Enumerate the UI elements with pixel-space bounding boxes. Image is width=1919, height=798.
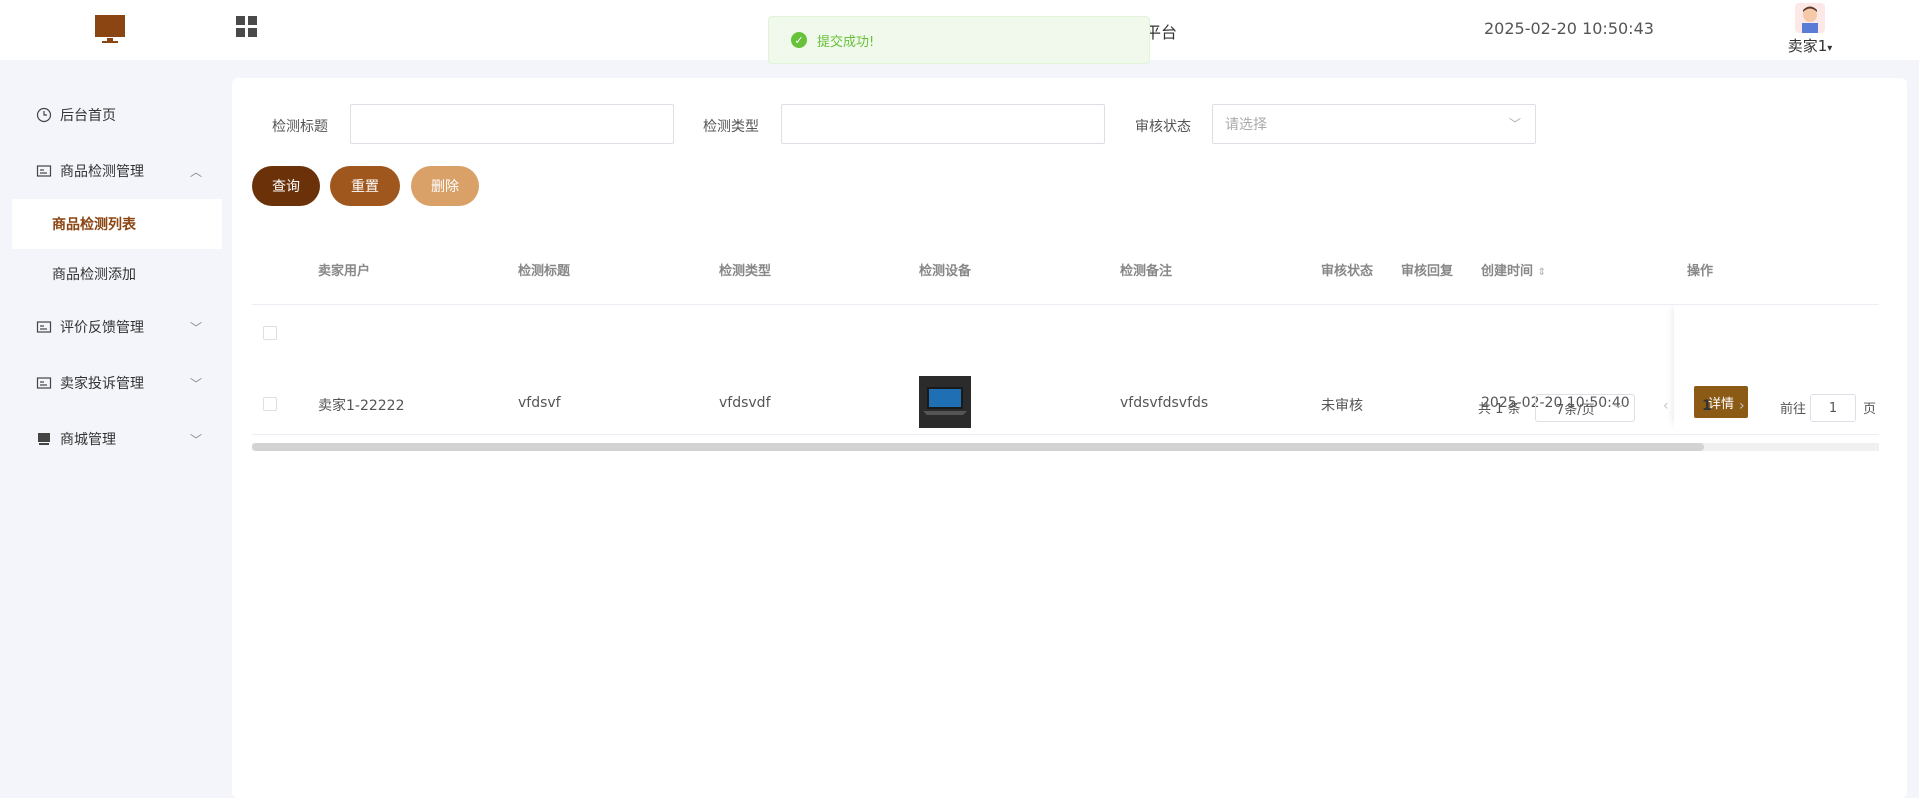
filter-title-label: 检测标题: [272, 119, 328, 135]
column-header: 审核回复: [1401, 264, 1454, 279]
toast-message: 提交成功!: [817, 34, 875, 50]
header-divider: [252, 304, 1879, 305]
goto-page-input[interactable]: 1: [1810, 394, 1856, 422]
user-menu[interactable]: 卖家1▾: [1775, 3, 1845, 58]
avatar: [1795, 3, 1825, 33]
chevron-down-icon: ﹀: [189, 320, 202, 335]
main-panel: 检测标题 检测类型 审核状态 请选择 ﹀ 查询 重置 删除 卖家用户 检测标题 …: [232, 78, 1907, 798]
column-header: 检测设备: [919, 264, 972, 279]
device-thumbnail[interactable]: [919, 376, 971, 428]
column-header-label: 创建时间: [1481, 264, 1534, 279]
filter-title-input[interactable]: [350, 104, 674, 144]
grid-menu-icon[interactable]: [235, 15, 259, 39]
sidebar-item-complaints[interactable]: 卖家投诉管理 ﹀: [0, 359, 222, 407]
chevron-down-icon: ﹀: [189, 376, 202, 391]
sidebar-item-label: 评价反馈管理: [60, 320, 144, 336]
column-header: 操作: [1687, 264, 1714, 279]
check-circle-icon: ✓: [791, 32, 807, 48]
page-size-select[interactable]: 7条/页 ﹀: [1535, 394, 1635, 422]
column-header: 检测标题: [518, 264, 571, 279]
sidebar-item-label: 卖家投诉管理: [60, 376, 144, 392]
success-toast: ✓ 提交成功!: [768, 16, 1150, 64]
chevron-down-icon: ▾: [1827, 43, 1833, 54]
select-placeholder: 请选择: [1225, 117, 1267, 133]
row-checkbox[interactable]: [263, 397, 277, 411]
prev-page-icon[interactable]: ‹: [1663, 398, 1669, 414]
card-icon: [36, 163, 52, 179]
card-icon: [36, 375, 52, 391]
sidebar-subitem-inspection-add[interactable]: 商品检测添加: [12, 249, 222, 299]
page-unit-label: 页: [1863, 402, 1877, 417]
sidebar-item-mall[interactable]: 商城管理 ﹀: [0, 415, 222, 463]
filter-type-label: 检测类型: [703, 119, 759, 135]
cell-remark: vfdsvfdsvfds: [1120, 395, 1209, 411]
horizontal-scrollbar[interactable]: [252, 443, 1879, 451]
sidebar-item-home[interactable]: 后台首页: [0, 91, 222, 139]
page-number-current[interactable]: 1: [1702, 398, 1712, 414]
next-page-icon[interactable]: ›: [1739, 398, 1745, 414]
card-icon: [36, 319, 52, 335]
sidebar-item-label: 后台首页: [60, 108, 116, 124]
column-header: 审核状态: [1321, 264, 1374, 279]
sidebar-item-product-inspection[interactable]: 商品检测管理 ︿: [0, 147, 222, 195]
cell-seller: 卖家1-22222: [318, 398, 405, 414]
page-size-value: 7条/页: [1556, 402, 1595, 418]
chevron-up-icon: ︿: [189, 164, 202, 179]
cell-status: 未审核: [1321, 398, 1363, 414]
sidebar-subitem-inspection-list[interactable]: 商品检测列表: [12, 199, 222, 249]
chevron-down-icon: ﹀: [189, 432, 202, 447]
filter-status-label: 审核状态: [1135, 119, 1191, 135]
cell-type: vfdsvdf: [719, 395, 771, 411]
cell-title: vfdsvf: [518, 395, 561, 411]
column-header: 检测类型: [719, 264, 772, 279]
sort-icon[interactable]: ⇕: [1538, 267, 1546, 278]
shop-icon: [36, 431, 52, 447]
goto-label: 前往: [1780, 402, 1807, 417]
query-button[interactable]: 查询: [252, 166, 320, 206]
reset-button[interactable]: 重置: [330, 166, 400, 206]
chevron-down-icon: ﹀: [1613, 403, 1624, 416]
delete-button[interactable]: 删除: [411, 166, 479, 206]
filter-status-select[interactable]: 请选择 ﹀: [1212, 104, 1536, 144]
sidebar-item-label: 商品检测管理: [60, 164, 144, 180]
sidebar: 后台首页 商品检测管理 ︿ 商品检测列表 商品检测添加 评价反馈管理 ﹀ 卖家投…: [0, 60, 222, 786]
column-header: 卖家用户: [318, 264, 371, 279]
sidebar-subitem-label: 商品检测列表: [52, 217, 136, 233]
current-datetime: 2025-02-20 10:50:43: [1484, 19, 1654, 38]
scrollbar-thumb[interactable]: [252, 443, 1704, 451]
filter-type-input[interactable]: [781, 104, 1105, 144]
select-all-checkbox[interactable]: [263, 326, 277, 340]
column-header: 检测备注: [1120, 264, 1173, 279]
user-name: 卖家1: [1787, 37, 1828, 55]
sidebar-item-label: 商城管理: [60, 432, 116, 448]
column-header-sortable[interactable]: 创建时间 ⇕: [1481, 260, 1546, 279]
logo-icon: [94, 14, 126, 46]
pagination-total: 共 1 条: [1478, 402, 1521, 417]
row-divider: [252, 434, 1879, 435]
chevron-down-icon: ﹀: [1508, 117, 1521, 131]
sidebar-item-feedback[interactable]: 评价反馈管理 ﹀: [0, 303, 222, 351]
clock-icon: [36, 107, 52, 123]
sidebar-subitem-label: 商品检测添加: [52, 267, 136, 283]
